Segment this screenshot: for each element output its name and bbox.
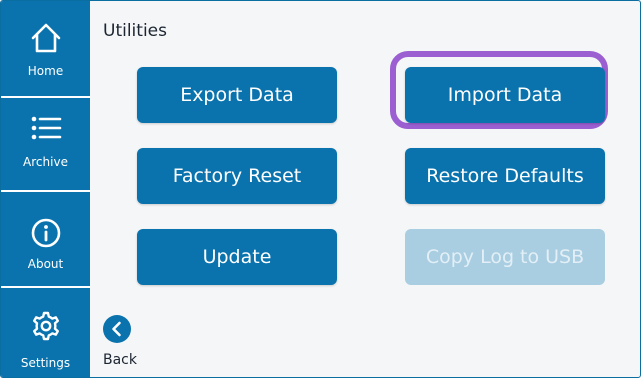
copy-log-to-usb-button[interactable]: Copy Log to USB: [405, 229, 605, 285]
sidebar-item-home[interactable]: Home: [1, 1, 90, 96]
sidebar-item-settings[interactable]: Settings: [1, 288, 90, 377]
gear-icon: [1, 310, 90, 346]
sidebar-item-label: Settings: [20, 356, 71, 370]
sidebar-item-label: Archive: [23, 155, 68, 169]
home-icon: [1, 21, 90, 59]
sidebar-item-about[interactable]: About: [1, 192, 90, 286]
sidebar-item-label: About: [27, 257, 64, 271]
import-data-button[interactable]: Import Data: [405, 67, 605, 123]
list-icon: [1, 113, 90, 147]
info-icon: [1, 217, 90, 253]
back-button[interactable]: [103, 315, 131, 343]
page-title: Utilities: [103, 21, 167, 41]
export-data-button[interactable]: Export Data: [137, 67, 337, 123]
back-label[interactable]: Back: [103, 352, 137, 368]
sidebar-item-archive[interactable]: Archive: [1, 98, 90, 190]
sidebar: Home Archive About Settings: [1, 1, 90, 377]
restore-defaults-button[interactable]: Restore Defaults: [405, 148, 605, 204]
chevron-left-icon: [112, 321, 121, 337]
update-button[interactable]: Update: [137, 229, 337, 285]
app-window: Home Archive About Settings Utilities Ex…: [0, 0, 641, 378]
factory-reset-button[interactable]: Factory Reset: [137, 148, 337, 204]
sidebar-item-label: Home: [27, 64, 64, 78]
